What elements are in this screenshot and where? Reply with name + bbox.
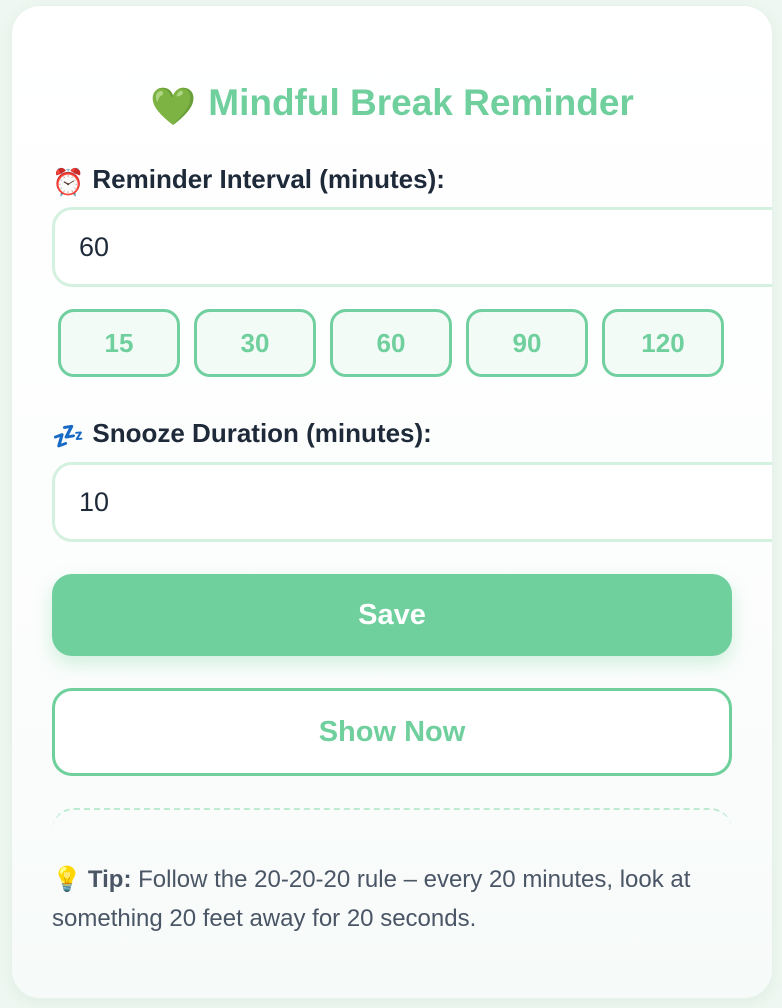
reminder-interval-label-text: Reminder Interval (minutes): [92, 164, 445, 194]
snooze-duration-input[interactable] [52, 462, 772, 542]
tip-text: 💡 Tip: Follow the 20-20-20 rule – every 2… [52, 860, 732, 938]
tip-box: 💡 Tip: Follow the 20-20-20 rule – every 2… [52, 808, 732, 968]
settings-card: 💚 Mindful Break Reminder ⏰ Reminder Interv… [12, 6, 772, 998]
snooze-duration-label: 💤 Snooze Duration (minutes): [52, 418, 432, 452]
reminder-interval-input[interactable] [52, 207, 772, 287]
preset-60-button[interactable]: 60 [330, 309, 452, 377]
preset-30-button[interactable]: 30 [194, 309, 316, 377]
save-button[interactable]: Save [52, 574, 732, 656]
snooze-duration-label-text: Snooze Duration (minutes): [92, 418, 432, 448]
reminder-interval-label: ⏰ Reminder Interval (minutes): [52, 164, 445, 198]
show-now-button[interactable]: Show Now [52, 688, 732, 776]
tip-label: Tip: [87, 866, 132, 893]
preset-15-button[interactable]: 15 [58, 309, 180, 377]
page-title-text: Mindful Break Reminder [208, 82, 634, 123]
green-heart-icon: 💚 [150, 86, 197, 127]
tip-body: Follow the 20-20-20 rule – every 20 minu… [52, 866, 691, 932]
alarm-clock-icon: ⏰ [52, 167, 85, 197]
light-bulb-icon: 💡 [52, 866, 82, 893]
zzz-icon: 💤 [52, 421, 85, 451]
preset-120-button[interactable]: 120 [602, 309, 724, 377]
preset-90-button[interactable]: 90 [466, 309, 588, 377]
page-title: 💚 Mindful Break Reminder [12, 82, 772, 129]
interval-presets: 15 30 60 90 120 [58, 309, 724, 377]
